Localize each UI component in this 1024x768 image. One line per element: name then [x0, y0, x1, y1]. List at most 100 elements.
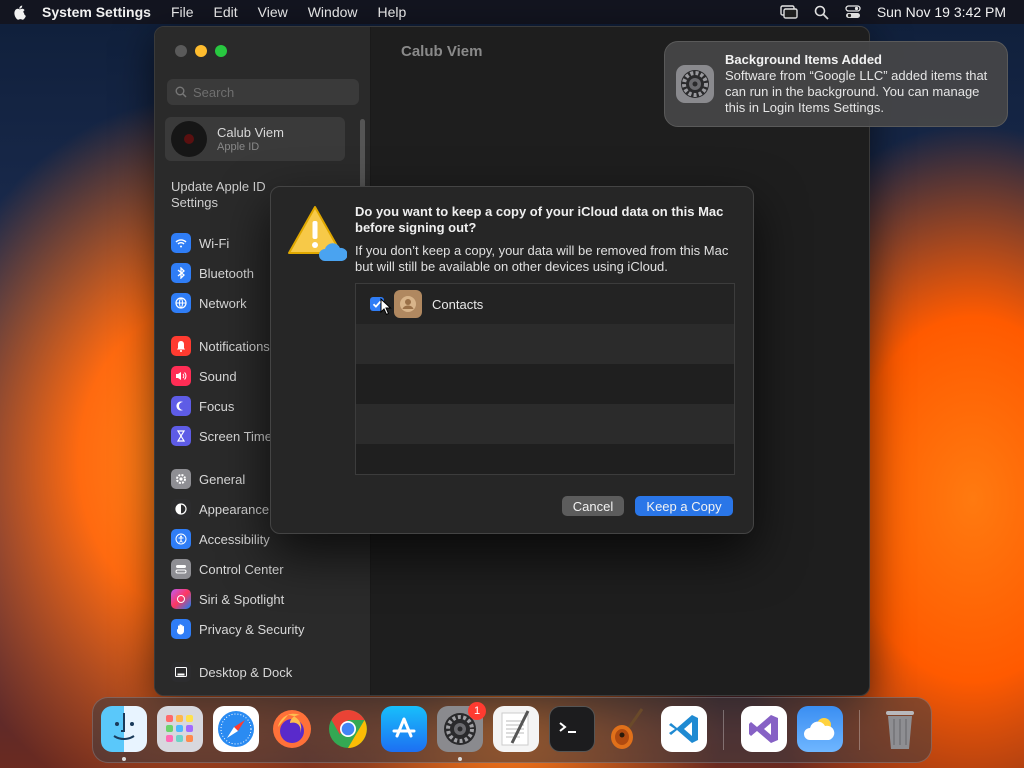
dock-app-store[interactable] [381, 706, 427, 752]
sidebar-item-screen-time[interactable]: Screen Time [171, 426, 272, 446]
dock: 1 [92, 697, 932, 763]
search-placeholder: Search [193, 84, 235, 100]
control-center-icon [171, 559, 191, 579]
vscode-icon [669, 715, 698, 743]
notification-body: Software from “Google LLC” added items t… [725, 68, 988, 115]
list-row-empty [356, 324, 734, 364]
dock-launchpad[interactable] [157, 706, 203, 752]
sidebar-item-label: Focus [199, 398, 235, 414]
trash-icon [886, 711, 914, 749]
window-controls [175, 45, 227, 57]
close-window-button[interactable] [175, 45, 187, 57]
sidebar-item-label: Siri & Spotlight [199, 591, 285, 607]
sidebar-item-label: Wi-Fi [199, 235, 230, 251]
background-items-notification[interactable]: Background Items Added Software from “Go… [664, 41, 1008, 127]
dock-garageband[interactable] [605, 706, 651, 752]
sidebar-item-network[interactable]: Network [171, 293, 247, 313]
weather-icon [804, 718, 835, 740]
dock-textedit[interactable] [493, 706, 539, 752]
appearance-icon [171, 499, 191, 519]
apple-menu-icon[interactable] [12, 4, 28, 20]
apple-id-account[interactable]: Calub Viem Apple ID [165, 117, 345, 161]
menu-edit[interactable]: Edit [214, 4, 238, 20]
sidebar-scrollbar[interactable] [360, 119, 365, 189]
sidebar-item-label: General [199, 471, 246, 487]
mouse-cursor-icon [380, 298, 392, 316]
cancel-button[interactable]: Cancel [562, 496, 624, 516]
bluetooth-icon [171, 263, 191, 283]
screen-mirroring-icon[interactable] [780, 5, 798, 19]
sidebar-item-bluetooth[interactable]: Bluetooth [171, 263, 254, 283]
sidebar-item-label: Network [199, 295, 247, 311]
finder-icon [113, 713, 135, 740]
chrome-icon [329, 710, 367, 748]
sidebar-item-desktop-dock[interactable]: Desktop & Dock [171, 662, 292, 682]
sidebar-search-input[interactable]: Search [167, 79, 359, 105]
dialog-title: Do you want to keep a copy of your iClou… [355, 204, 724, 235]
sidebar-item-sound[interactable]: Sound [171, 366, 237, 386]
notification-title: Background Items Added [725, 52, 882, 67]
siri-icon [171, 589, 191, 609]
dock-vscode[interactable] [661, 706, 707, 752]
menu-bar: System Settings File Edit View Window He… [0, 0, 1024, 24]
menu-help[interactable]: Help [378, 4, 407, 20]
sidebar-item-appearance[interactable]: Appearance [171, 499, 269, 519]
sidebar-item-label: Privacy & Security [199, 621, 305, 637]
terminal-icon [559, 722, 576, 733]
sidebar-item-privacy-security[interactable]: Privacy & Security [171, 619, 304, 639]
dock-weather[interactable] [797, 706, 843, 752]
menu-window[interactable]: Window [308, 4, 358, 20]
sidebar-item-accessibility[interactable]: Accessibility [171, 529, 270, 549]
dock-chrome[interactable] [325, 706, 371, 752]
dock-trash[interactable] [877, 706, 923, 752]
keep-icloud-copy-dialog: Do you want to keep a copy of your iClou… [270, 186, 754, 534]
minimize-window-button[interactable] [195, 45, 207, 57]
dock-safari[interactable] [213, 706, 259, 752]
safari-compass-icon [218, 711, 254, 747]
dock-firefox[interactable] [269, 706, 315, 752]
search-icon [175, 86, 187, 98]
menu-app-name[interactable]: System Settings [42, 4, 151, 20]
menu-file[interactable]: File [171, 4, 194, 20]
sidebar-item-label: Notifications [199, 338, 270, 354]
sidebar-item-general[interactable]: General [171, 469, 245, 489]
dock-finder[interactable] [101, 706, 147, 752]
speaker-icon [171, 366, 191, 386]
menu-view[interactable]: View [258, 4, 288, 20]
page-title: Calub Viem [401, 43, 483, 60]
keep-a-copy-button[interactable]: Keep a Copy [635, 496, 733, 516]
zoom-window-button[interactable] [215, 45, 227, 57]
sidebar-item-notifications[interactable]: Notifications [171, 336, 270, 356]
bell-icon [171, 336, 191, 356]
network-icon [171, 293, 191, 313]
dock-visual-studio[interactable] [741, 706, 787, 752]
textedit-icon [501, 710, 530, 746]
control-center-icon[interactable] [845, 5, 861, 19]
dialog-message: If you don’t keep a copy, your data will… [355, 243, 729, 274]
sidebar-item-label: Screen Time [199, 428, 272, 444]
sidebar-item-label: Control Center [199, 561, 284, 577]
dock-separator [723, 710, 724, 750]
sidebar-item-control-center[interactable]: Control Center [171, 559, 284, 579]
moon-icon [171, 396, 191, 416]
warning-icloud-icon [288, 206, 347, 261]
contacts-label: Contacts [432, 296, 484, 312]
spotlight-search-icon[interactable] [814, 5, 829, 20]
sidebar-item-focus[interactable]: Focus [171, 396, 234, 416]
launchpad-icon [166, 715, 193, 742]
accessibility-icon [171, 529, 191, 549]
sidebar-item-siri-spotlight[interactable]: Siri & Spotlight [171, 589, 284, 609]
account-subtitle: Apple ID [217, 141, 260, 153]
visual-studio-icon [749, 715, 778, 743]
list-item[interactable]: Contacts [356, 284, 734, 324]
wifi-icon [171, 233, 191, 253]
sidebar-item-wifi[interactable]: Wi-Fi [171, 233, 229, 253]
dock-icon [171, 662, 191, 682]
guitar-icon [611, 708, 644, 749]
firefox-icon [273, 710, 311, 748]
menubar-clock[interactable]: Sun Nov 19 3:42 PM [877, 4, 1006, 20]
avatar [171, 121, 207, 157]
dock-terminal[interactable] [549, 706, 595, 752]
contacts-icon [394, 290, 422, 318]
gear-icon [171, 469, 191, 489]
